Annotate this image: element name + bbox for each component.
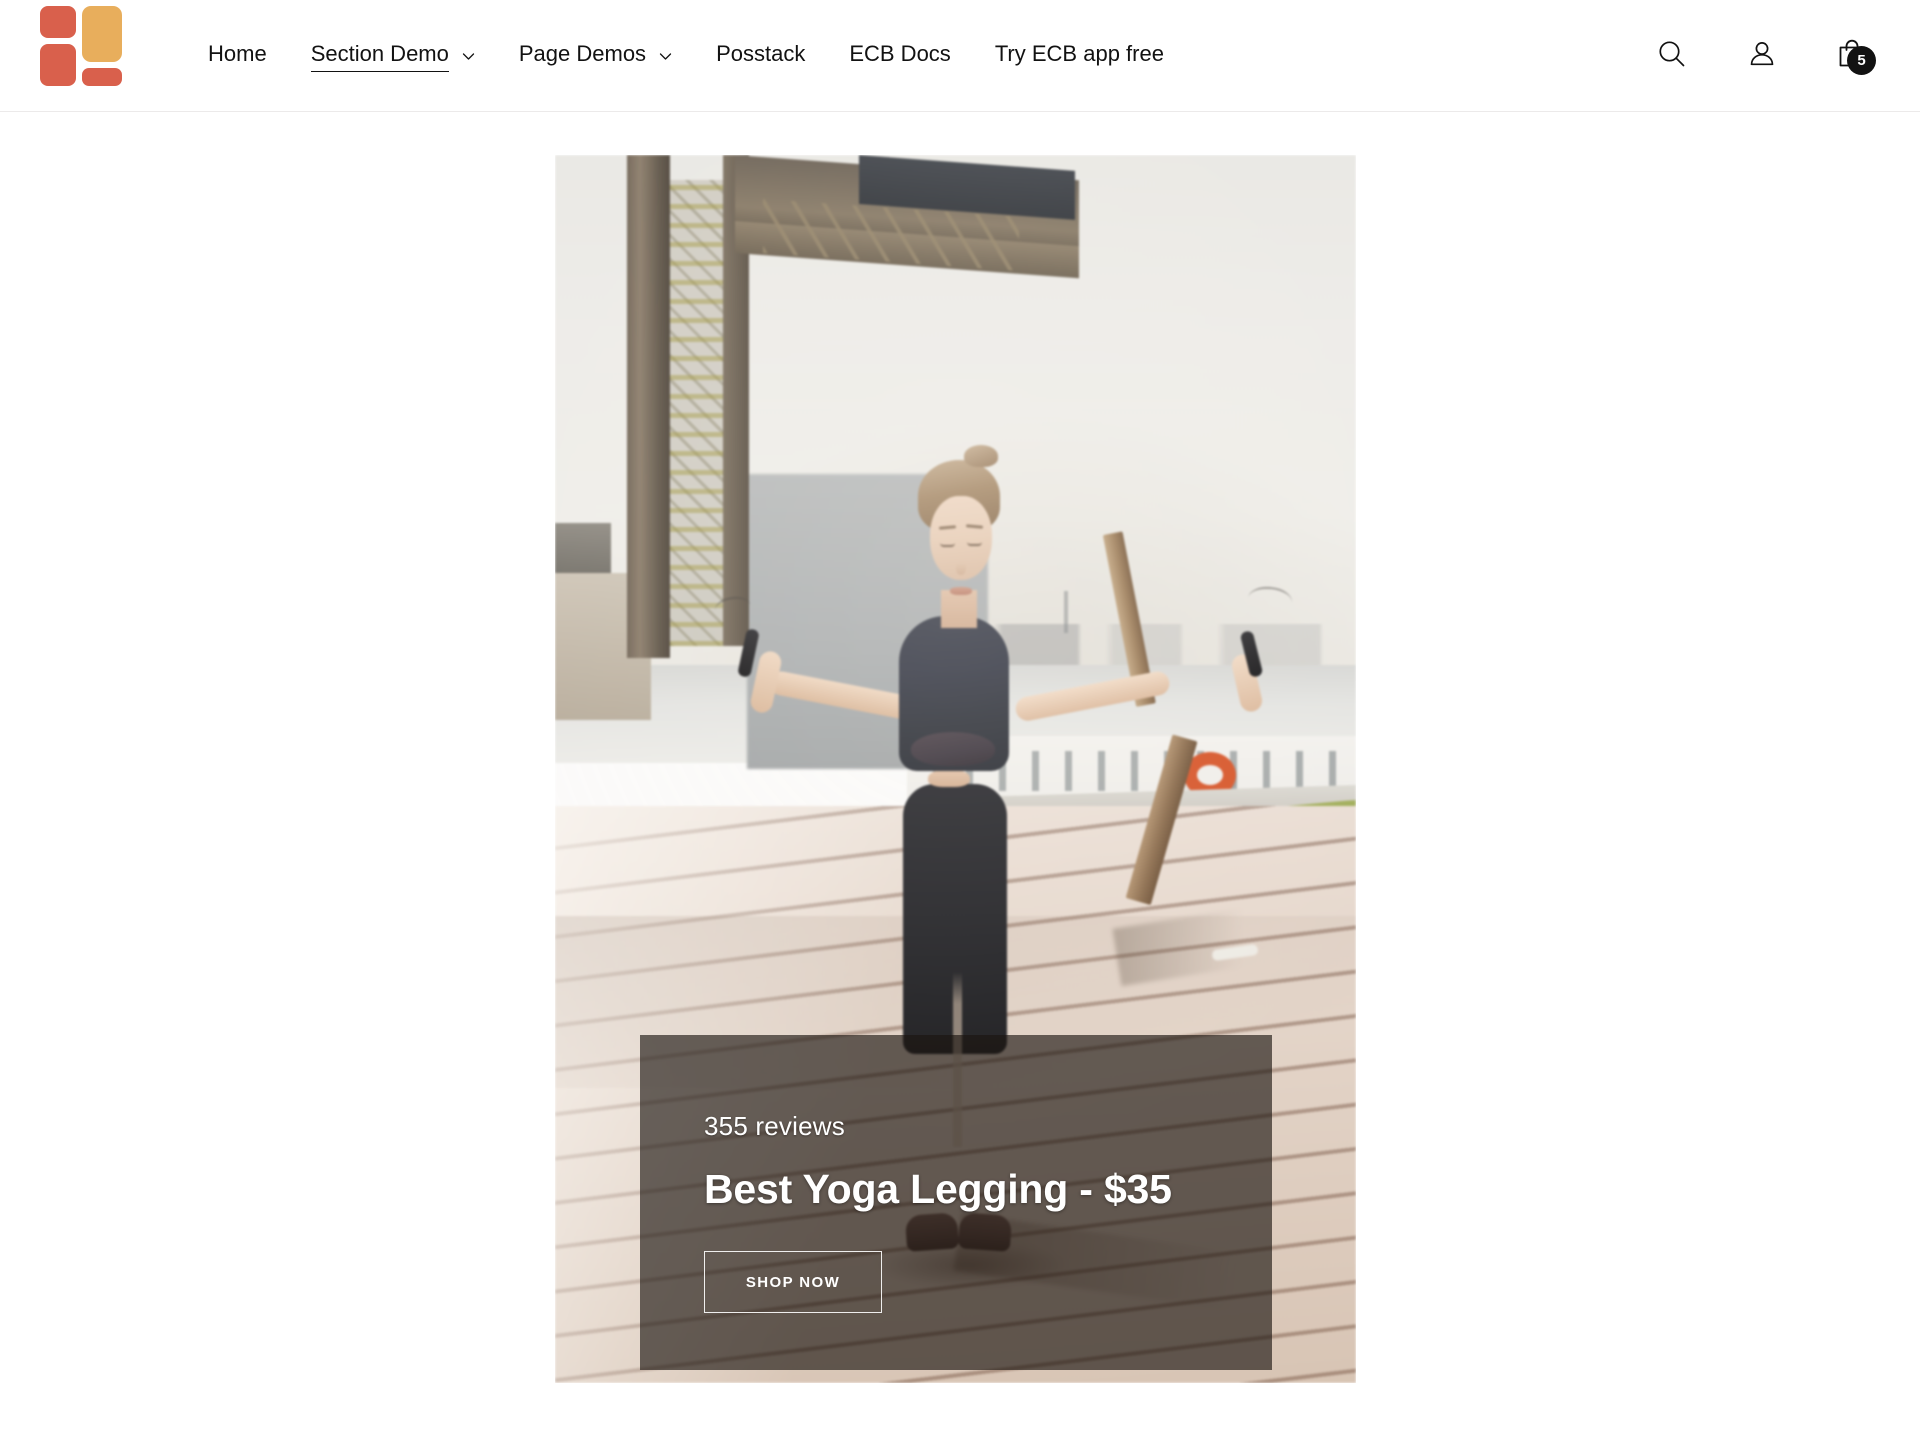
promo-headline: Best Yoga Legging - $35 (704, 1166, 1172, 1212)
nav-item-try-ecb-app-free[interactable]: Try ECB app free (973, 34, 1186, 78)
nav-item-section-demo[interactable]: Section Demo (289, 34, 497, 79)
search-icon (1655, 37, 1689, 76)
search-button[interactable] (1644, 28, 1700, 84)
neck (941, 589, 978, 628)
nav-item-posstack[interactable]: Posstack (694, 34, 827, 78)
logo-tile-top-left (40, 6, 76, 38)
nav-item-label: ECB Docs (849, 41, 951, 67)
nav-item-label: Home (208, 41, 267, 67)
brand-logo[interactable] (40, 6, 122, 86)
tank-top-knot (911, 732, 996, 767)
logo-tile-bottom-left (40, 44, 76, 86)
hero-section: 355 reviews Best Yoga Legging - $35 SHOP… (0, 112, 1920, 1441)
account-icon (1745, 37, 1779, 76)
eye-right (966, 542, 982, 546)
site-header: Home Section Demo Page Demos Posstack EC… (0, 0, 1920, 112)
nav-item-label: Posstack (716, 41, 806, 67)
nav-item-label: Try ECB app free (994, 41, 1164, 67)
chevron-down-icon (659, 50, 672, 63)
nav-item-label: Page Demos (518, 41, 647, 67)
logo-tile-bottom-right (82, 68, 122, 86)
lips (949, 587, 972, 596)
logo-tile-top-right (82, 6, 122, 62)
chevron-down-icon (462, 50, 475, 63)
right-arm (1013, 669, 1171, 723)
hair-bun (963, 444, 998, 467)
nav-item-page-demos[interactable]: Page Demos (497, 34, 694, 78)
account-button[interactable] (1734, 28, 1790, 84)
jump-rope-left (713, 594, 753, 622)
nav-item-label: Section Demo (310, 40, 449, 73)
promo-overlay-card: 355 reviews Best Yoga Legging - $35 SHOP… (640, 1035, 1272, 1370)
nose (955, 562, 966, 575)
nav-item-ecb-docs[interactable]: ECB Docs (827, 34, 972, 78)
header-actions: 5 (1644, 0, 1880, 112)
eye-left (940, 543, 956, 548)
main-navigation: Home Section Demo Page Demos Posstack EC… (186, 0, 1186, 112)
midriff (928, 769, 971, 787)
cart-count-badge: 5 (1847, 46, 1876, 75)
nav-item-home[interactable]: Home (186, 34, 289, 78)
shop-now-button[interactable]: SHOP NOW (704, 1251, 882, 1313)
hero-banner[interactable]: 355 reviews Best Yoga Legging - $35 SHOP… (555, 155, 1356, 1383)
reviews-count: 355 reviews (704, 1111, 845, 1141)
cart-button[interactable]: 5 (1824, 28, 1880, 84)
jump-rope-right (1246, 585, 1294, 616)
